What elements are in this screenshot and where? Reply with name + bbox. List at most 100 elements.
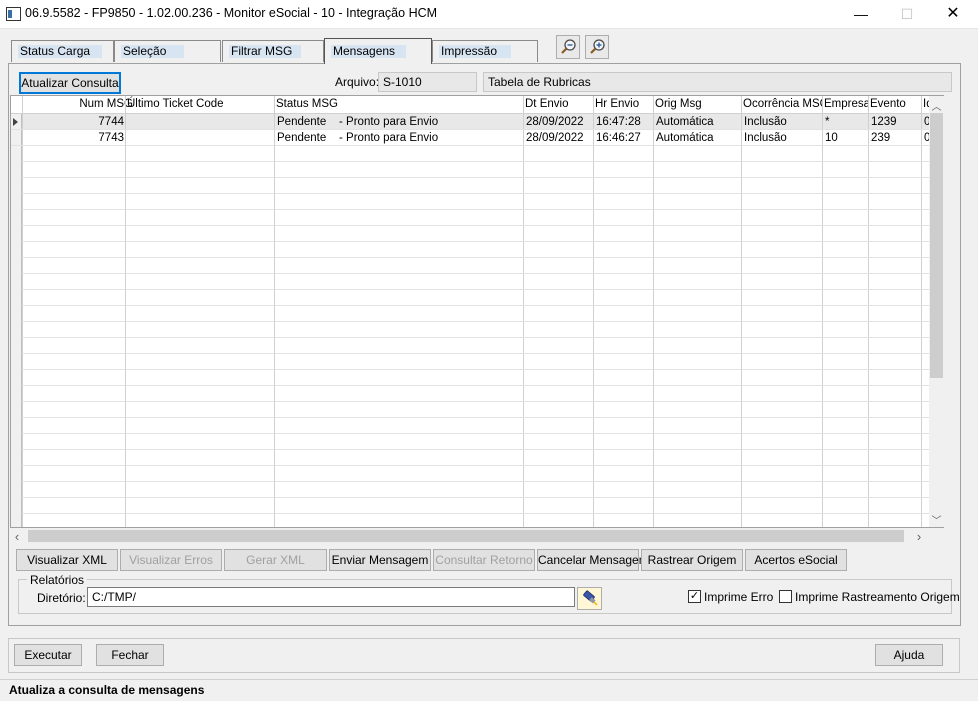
zoom-out-icon bbox=[561, 39, 576, 54]
check-return-button[interactable]: Consultar Retorno bbox=[433, 549, 535, 571]
column-header-dt-envio[interactable]: Dt Envio bbox=[524, 96, 593, 113]
row-indicator bbox=[11, 114, 22, 130]
close-button[interactable]: ✕ bbox=[930, 0, 976, 28]
row-indicator bbox=[11, 146, 22, 162]
grid-row-divider bbox=[11, 497, 931, 498]
row-indicator bbox=[11, 482, 22, 498]
horizontal-scrollbar[interactable]: ‹ › bbox=[10, 528, 929, 544]
vertical-scroll-thumb[interactable] bbox=[930, 113, 943, 378]
zoom-out-button[interactable] bbox=[556, 35, 580, 59]
grid-row-divider bbox=[11, 449, 931, 450]
checkmark-icon: ✓ bbox=[689, 590, 700, 602]
grid-row-divider bbox=[11, 417, 931, 418]
cell-dt-envio: 28/09/2022 bbox=[526, 116, 584, 128]
grid-row-divider bbox=[11, 337, 931, 338]
directory-input[interactable]: C:/TMP/ bbox=[87, 587, 575, 607]
reports-legend: Relatórios bbox=[27, 573, 88, 587]
minimize-button[interactable]: — bbox=[838, 0, 884, 28]
tab-label: Seleção bbox=[123, 44, 167, 58]
column-header-ocorrencia-msg[interactable]: Ocorrência MSG bbox=[742, 96, 823, 113]
table-row[interactable]: 7744 Pendente - Pronto para Envio 28/09/… bbox=[11, 114, 931, 130]
row-indicator bbox=[11, 130, 22, 146]
send-message-button[interactable]: Enviar Mensagem bbox=[329, 549, 431, 571]
grid-row-divider bbox=[11, 385, 931, 386]
row-indicator bbox=[11, 162, 22, 178]
column-header-evento[interactable]: Evento bbox=[869, 96, 921, 113]
row-indicator bbox=[11, 322, 22, 338]
scroll-left-icon[interactable]: ‹ bbox=[12, 529, 22, 544]
view-errors-button[interactable]: Visualizar Erros bbox=[120, 549, 222, 571]
tab-filtrar-msg[interactable]: Filtrar MSG bbox=[222, 40, 324, 62]
zoom-in-button[interactable] bbox=[585, 35, 609, 59]
vertical-scrollbar[interactable]: ︿ ﹀ bbox=[929, 96, 944, 527]
grid-row-divider bbox=[11, 433, 931, 434]
current-row-arrow-icon bbox=[13, 118, 18, 126]
tab-impressao[interactable]: Impressão bbox=[432, 40, 538, 62]
print-trace-origin-checkbox[interactable] bbox=[779, 590, 792, 603]
column-header-orig-msg[interactable]: Orig Msg bbox=[654, 96, 741, 113]
grid-row-divider bbox=[11, 353, 931, 354]
trace-origin-button[interactable]: Rastrear Origem bbox=[641, 549, 743, 571]
esocial-adjustments-button[interactable]: Acertos eSocial bbox=[745, 549, 847, 571]
print-error-checkbox[interactable]: ✓ bbox=[688, 590, 701, 603]
refresh-query-button[interactable]: Atualizar Consulta bbox=[19, 72, 121, 94]
row-indicator bbox=[11, 306, 22, 322]
tab-label: Filtrar MSG bbox=[231, 44, 293, 58]
scroll-down-icon[interactable]: ﹀ bbox=[929, 512, 944, 527]
row-indicator bbox=[11, 194, 22, 210]
close-window-button[interactable]: Fechar bbox=[96, 644, 164, 666]
column-header-ultimo-ticket[interactable]: Último Ticket Code bbox=[126, 96, 274, 113]
scroll-right-icon[interactable]: › bbox=[914, 529, 924, 544]
column-header-hr-envio[interactable]: Hr Envio bbox=[594, 96, 653, 113]
view-xml-button[interactable]: Visualizar XML bbox=[16, 549, 118, 571]
column-header-status-msg[interactable]: Status MSG bbox=[275, 96, 523, 113]
generate-xml-button[interactable]: Gerar XML bbox=[224, 549, 327, 571]
tab-selecao[interactable]: Seleção bbox=[114, 40, 221, 62]
print-trace-origin-label: Imprime Rastreamento Origem bbox=[795, 590, 960, 604]
tab-mensagens[interactable]: Mensagens bbox=[324, 38, 432, 64]
tab-label: Mensagens bbox=[333, 44, 396, 58]
grid-row-divider bbox=[11, 257, 931, 258]
cell-ocorrencia-msg: Inclusão bbox=[744, 116, 787, 128]
cell-orig-msg: Automática bbox=[656, 132, 714, 144]
grid-row-divider bbox=[11, 193, 931, 194]
row-indicator bbox=[11, 498, 22, 514]
status-bar: Atualiza a consulta de mensagens bbox=[0, 679, 978, 701]
help-button[interactable]: Ajuda bbox=[875, 644, 943, 666]
cancel-message-button[interactable]: Cancelar Mensagem bbox=[537, 549, 649, 571]
browse-directory-button[interactable] bbox=[577, 587, 602, 610]
column-header-empresa[interactable]: Empresa bbox=[823, 96, 868, 113]
maximize-button[interactable]: ☐ bbox=[884, 0, 930, 28]
arquivo-description: Tabela de Rubricas bbox=[483, 72, 952, 92]
horizontal-scroll-thumb[interactable] bbox=[28, 530, 904, 542]
column-header-num-msg[interactable]: Num MSG bbox=[23, 96, 135, 113]
grid-row-divider bbox=[11, 305, 931, 306]
arquivo-label: Arquivo: bbox=[335, 75, 380, 89]
grid-row-divider bbox=[11, 273, 931, 274]
row-indicator bbox=[11, 386, 22, 402]
grid-row-divider bbox=[11, 177, 931, 178]
messages-grid[interactable]: Num MSG Último Ticket Code Status MSG Dt… bbox=[10, 95, 944, 528]
cell-empresa: * bbox=[825, 116, 830, 128]
row-indicator bbox=[11, 258, 22, 274]
grid-row-divider bbox=[11, 513, 931, 514]
row-indicator bbox=[11, 354, 22, 370]
grid-row-divider bbox=[11, 369, 931, 370]
grid-row-divider bbox=[11, 161, 931, 162]
cell-status-msg: Pendente - Pronto para Envio bbox=[277, 132, 439, 144]
cell-ultimo-ticket bbox=[126, 130, 275, 146]
tab-status-carga[interactable]: Status Carga bbox=[11, 40, 114, 62]
row-indicator bbox=[11, 402, 22, 418]
arquivo-field: S-1010 bbox=[378, 72, 477, 92]
execute-button[interactable]: Executar bbox=[14, 644, 82, 666]
grid-row-divider bbox=[11, 401, 931, 402]
directory-label: Diretório: bbox=[37, 591, 86, 605]
row-indicator bbox=[11, 290, 22, 306]
row-indicator bbox=[11, 370, 22, 386]
row-indicator bbox=[11, 242, 22, 258]
table-row[interactable]: 7743 Pendente - Pronto para Envio 28/09/… bbox=[11, 130, 931, 146]
print-error-label: Imprime Erro bbox=[704, 590, 774, 604]
grid-header: Num MSG Último Ticket Code Status MSG Dt… bbox=[11, 96, 943, 114]
scroll-up-icon[interactable]: ︿ bbox=[929, 98, 944, 113]
cell-status-msg: Pendente - Pronto para Envio bbox=[277, 116, 439, 128]
